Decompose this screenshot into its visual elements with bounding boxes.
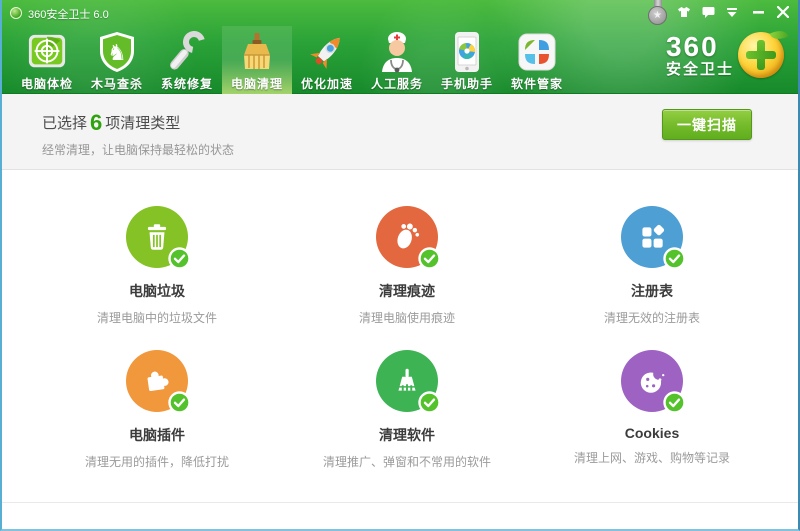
- tab-system-repair[interactable]: 系统修复: [152, 26, 222, 94]
- check-badge-icon: [663, 247, 686, 270]
- cleanup-item-computer-junk[interactable]: 电脑垃圾 清理电脑中的垃圾文件: [32, 206, 282, 326]
- radar-icon: [24, 30, 70, 74]
- tab-manual-service[interactable]: 人工服务: [362, 26, 432, 94]
- cleanup-item-plugins[interactable]: 电脑插件 清理无用的插件，降低打扰: [32, 350, 282, 470]
- doctor-icon: [374, 30, 420, 74]
- cleanup-content: 电脑垃圾 清理电脑中的垃圾文件 清理痕迹 清理电脑使用痕迹 注册表 清理无效的注…: [2, 170, 798, 529]
- tab-computer-cleanup[interactable]: 电脑清理: [222, 26, 292, 94]
- tab-label: 手机助手: [440, 77, 493, 91]
- medal-badge-icon[interactable]: ★: [647, 0, 669, 30]
- item-title: 注册表: [631, 283, 673, 299]
- software-grid-icon: [514, 30, 560, 74]
- check-badge-icon: [168, 247, 191, 270]
- brand-subtitle-text: 安全卫士: [665, 61, 734, 78]
- tab-label: 人工服务: [370, 77, 423, 91]
- cleanup-item-traces[interactable]: 清理痕迹 清理电脑使用痕迹: [282, 206, 532, 326]
- brand-sphere-icon: [738, 27, 789, 78]
- shield-horse-icon: ♞: [94, 30, 140, 74]
- phone-icon: [444, 30, 490, 74]
- wrench-icon: [164, 30, 210, 74]
- tab-label: 木马查杀: [90, 77, 143, 91]
- item-title: Cookies: [624, 425, 680, 441]
- window-title: 360安全卫士 6.0: [28, 9, 109, 21]
- cleanup-item-registry[interactable]: 注册表 清理无效的注册表: [532, 206, 772, 326]
- item-title: 电脑垃圾: [129, 283, 185, 299]
- item-desc: 清理电脑中的垃圾文件: [96, 311, 217, 325]
- main-menu-icon[interactable]: [722, 4, 742, 20]
- close-icon[interactable]: [773, 4, 793, 20]
- titlebar: 360安全卫士 6.0 ★: [2, 0, 798, 26]
- bottom-divider: [2, 502, 798, 503]
- tab-optimize-speedup[interactable]: 优化加速: [292, 26, 362, 94]
- tab-label: 优化加速: [300, 77, 353, 91]
- cleanup-header: 已选择 6 项清理类型 经常清理，让电脑保持最轻松的状态 一键扫描: [2, 94, 798, 170]
- tab-label: 系统修复: [160, 77, 213, 91]
- tab-label: 电脑清理: [230, 77, 283, 91]
- feedback-icon[interactable]: [698, 4, 718, 20]
- skin-icon[interactable]: [674, 4, 694, 20]
- tab-trojan-scan[interactable]: ♞ 木马查杀: [82, 26, 152, 94]
- one-click-scan-button[interactable]: 一键扫描: [662, 109, 752, 140]
- svg-text:♞: ♞: [107, 41, 127, 66]
- tab-phone-assistant[interactable]: 手机助手: [432, 26, 502, 94]
- app-window: 360安全卫士 6.0 ★ 电脑体检 ♞ 木马查杀 系统修复 电脑清理 优化加速…: [0, 0, 800, 531]
- tab-computer-checkup[interactable]: 电脑体检: [12, 26, 82, 94]
- brand-360-text: 360: [665, 31, 719, 62]
- selected-summary: 已选择 6 项清理类型: [42, 110, 181, 135]
- cleanup-item-software[interactable]: 清理软件 清理推广、弹窗和不常用的软件: [282, 350, 532, 470]
- item-desc: 清理无效的注册表: [603, 311, 700, 325]
- item-desc: 清理电脑使用痕迹: [358, 311, 455, 325]
- tab-label: 电脑体检: [20, 77, 73, 91]
- item-desc: 清理上网、游戏、购物等记录: [573, 451, 730, 465]
- item-title: 电脑插件: [129, 427, 185, 443]
- item-desc: 清理无用的插件，降低打扰: [84, 455, 229, 469]
- nav-tabs: 电脑体检 ♞ 木马查杀 系统修复 电脑清理 优化加速 人工服务 手机助手 软件管…: [12, 26, 572, 94]
- rocket-icon: [304, 30, 350, 74]
- item-title: 清理软件: [379, 427, 435, 443]
- tab-software-manager[interactable]: 软件管家: [502, 26, 572, 94]
- item-title: 清理痕迹: [379, 283, 435, 299]
- app-chrome: 360安全卫士 6.0 ★ 电脑体检 ♞ 木马查杀 系统修复 电脑清理 优化加速…: [2, 0, 798, 94]
- selected-count: 6: [90, 110, 103, 135]
- check-badge-icon: [418, 391, 441, 414]
- minimize-icon[interactable]: [748, 4, 768, 20]
- header-subtitle: 经常清理，让电脑保持最轻松的状态: [42, 143, 235, 157]
- app-logo-icon: [10, 7, 22, 19]
- check-badge-icon: [168, 391, 191, 414]
- broom-tab-icon: [234, 30, 280, 74]
- check-badge-icon: [418, 247, 441, 270]
- cleanup-item-cookies[interactable]: Cookies 清理上网、游戏、购物等记录: [532, 350, 772, 470]
- tab-label: 软件管家: [510, 77, 563, 91]
- item-desc: 清理推广、弹窗和不常用的软件: [322, 455, 491, 469]
- cleanup-grid: 电脑垃圾 清理电脑中的垃圾文件 清理痕迹 清理电脑使用痕迹 注册表 清理无效的注…: [2, 170, 798, 470]
- brand-logo: 360 安全卫士: [665, 27, 789, 78]
- check-badge-icon: [663, 391, 686, 414]
